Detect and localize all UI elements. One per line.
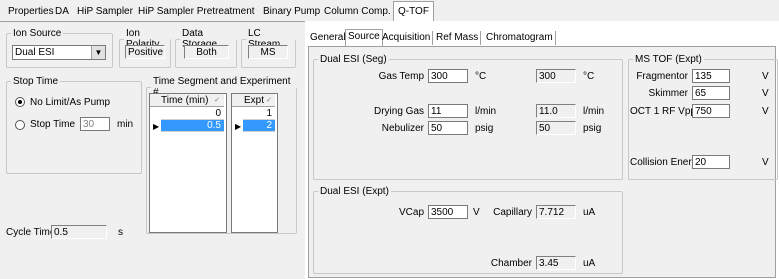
nebulizer-input[interactable]: 50 xyxy=(428,121,468,135)
no-limit-radio[interactable] xyxy=(15,97,25,107)
gas-temp-label: Gas Temp xyxy=(378,71,424,82)
chamber-label: Chamber xyxy=(490,258,532,269)
sort-icon: ✓ xyxy=(214,97,220,104)
lc-stream-value: MS xyxy=(248,45,288,59)
ion-source-legend: Ion Source xyxy=(13,28,62,39)
cycle-time-unit: s xyxy=(118,227,123,238)
tab-chromatogram[interactable]: Chromatogram xyxy=(484,31,556,45)
data-storage-value: Both xyxy=(184,45,229,59)
collision-energy-input[interactable]: 20 xyxy=(692,155,730,169)
vcap-input[interactable]: 3500 xyxy=(428,205,468,219)
capillary-value: 7.712 xyxy=(536,205,576,219)
tab-column-comp[interactable]: Column Comp. xyxy=(320,4,395,20)
tab-binary-pump[interactable]: Binary Pump xyxy=(259,4,324,20)
dual-esi-expt-legend: Dual ESI (Expt) xyxy=(320,186,389,197)
tab-ref-mass[interactable]: Ref Mass xyxy=(434,31,482,45)
fragmentor-label: Fragmentor xyxy=(636,71,688,82)
oct-rf-unit: V xyxy=(762,106,769,117)
collision-energy-unit: V xyxy=(762,157,769,168)
chevron-down-icon[interactable]: ▼ xyxy=(91,46,105,59)
stop-time-unit: min xyxy=(117,119,134,130)
expt-grid[interactable]: Expt ✓ 1 ▶ 2 xyxy=(231,93,278,233)
table-row[interactable]: 0 xyxy=(161,108,224,120)
skimmer-label: Skimmer xyxy=(648,88,688,99)
chamber-unit: uA xyxy=(583,258,596,269)
tab-acquisition[interactable]: Acquisition xyxy=(380,31,434,45)
expt-grid-header: Expt ✓ xyxy=(232,94,275,107)
oct-rf-label: OCT 1 RF Vpp xyxy=(630,106,696,117)
time-grid[interactable]: Time (min) ✓ 0 ▶ 0.5 xyxy=(149,93,227,233)
drying-gas-label: Drying Gas xyxy=(373,106,424,117)
nebulizer-label: Nebulizer xyxy=(381,123,424,134)
fragmentor-unit: V xyxy=(762,71,769,82)
table-row[interactable]: 2 xyxy=(243,120,275,132)
tab-q-tof[interactable]: Q-TOF xyxy=(393,1,434,22)
dual-esi-expt-group: Dual ESI (Expt) xyxy=(313,186,623,274)
expt-column-header[interactable]: Expt xyxy=(244,94,264,107)
capillary-unit: uA xyxy=(583,207,596,218)
drying-gas-input[interactable]: 11 xyxy=(428,104,468,118)
no-limit-label: No Limit/As Pump xyxy=(30,97,111,108)
tab-source[interactable]: Source xyxy=(345,29,383,47)
table-row[interactable]: 0.5 xyxy=(161,120,224,132)
vcap-label: VCap xyxy=(398,207,424,218)
tab-hip-sampler-pretreatment[interactable]: HiP Sampler Pretreatment xyxy=(134,4,259,20)
gas-temp-input[interactable]: 300 xyxy=(428,69,468,83)
top-tab-bar: Properties DA HiP Sampler HiP Sampler Pr… xyxy=(0,0,779,22)
stop-time-input[interactable]: 30 xyxy=(80,117,110,131)
chamber-value: 3.45 xyxy=(536,256,576,270)
tab-general[interactable]: General xyxy=(308,31,349,45)
ion-polarity-value: Positive xyxy=(125,45,165,59)
cycle-time-value: 0.5 xyxy=(51,225,107,239)
ion-source-select[interactable]: Dual ESI ▼ xyxy=(12,45,106,60)
ms-tof-legend: MS TOF (Expt) xyxy=(635,54,702,65)
sort-icon: ✓ xyxy=(266,97,272,104)
vcap-unit: V xyxy=(473,207,480,218)
collision-energy-label: Collision Energy xyxy=(630,157,703,168)
gas-temp-unit: °C xyxy=(475,71,487,82)
ion-source-value: Dual ESI xyxy=(15,47,55,58)
drying-gas-actual: 11.0 xyxy=(536,104,576,118)
fragmentor-input[interactable]: 135 xyxy=(692,69,730,83)
stop-time-radio[interactable] xyxy=(15,120,25,130)
nebulizer-unit: psig xyxy=(475,123,494,134)
stop-time-radio-label: Stop Time xyxy=(30,119,76,130)
dual-esi-seg-legend: Dual ESI (Seg) xyxy=(320,54,387,65)
skimmer-unit: V xyxy=(762,88,769,99)
time-column-header[interactable]: Time (min) xyxy=(161,94,208,107)
radio-dot-icon xyxy=(18,100,22,104)
stop-time-legend: Stop Time xyxy=(13,76,59,87)
capillary-label: Capillary xyxy=(493,207,532,218)
nebulizer-actual: 50 xyxy=(536,121,576,135)
row-pointer-icon: ▶ xyxy=(153,122,160,131)
drying-gas-unit: l/min xyxy=(475,106,497,117)
skimmer-input[interactable]: 65 xyxy=(692,86,730,100)
drying-gas-actual-unit: l/min xyxy=(583,106,605,117)
nebulizer-actual-unit: psig xyxy=(583,123,602,134)
time-grid-header: Time (min) ✓ xyxy=(150,94,224,107)
row-pointer-icon: ▶ xyxy=(235,122,242,131)
tab-hip-sampler[interactable]: HiP Sampler xyxy=(73,4,137,20)
table-row[interactable]: 1 xyxy=(243,108,275,120)
tab-da[interactable]: DA xyxy=(51,4,73,20)
oct-rf-input[interactable]: 750 xyxy=(692,104,730,118)
cycle-time-label: Cycle Time xyxy=(6,227,56,238)
tab-properties[interactable]: Properties xyxy=(4,4,58,20)
gas-temp-actual-unit: °C xyxy=(583,71,595,82)
gas-temp-actual: 300 xyxy=(536,69,576,83)
